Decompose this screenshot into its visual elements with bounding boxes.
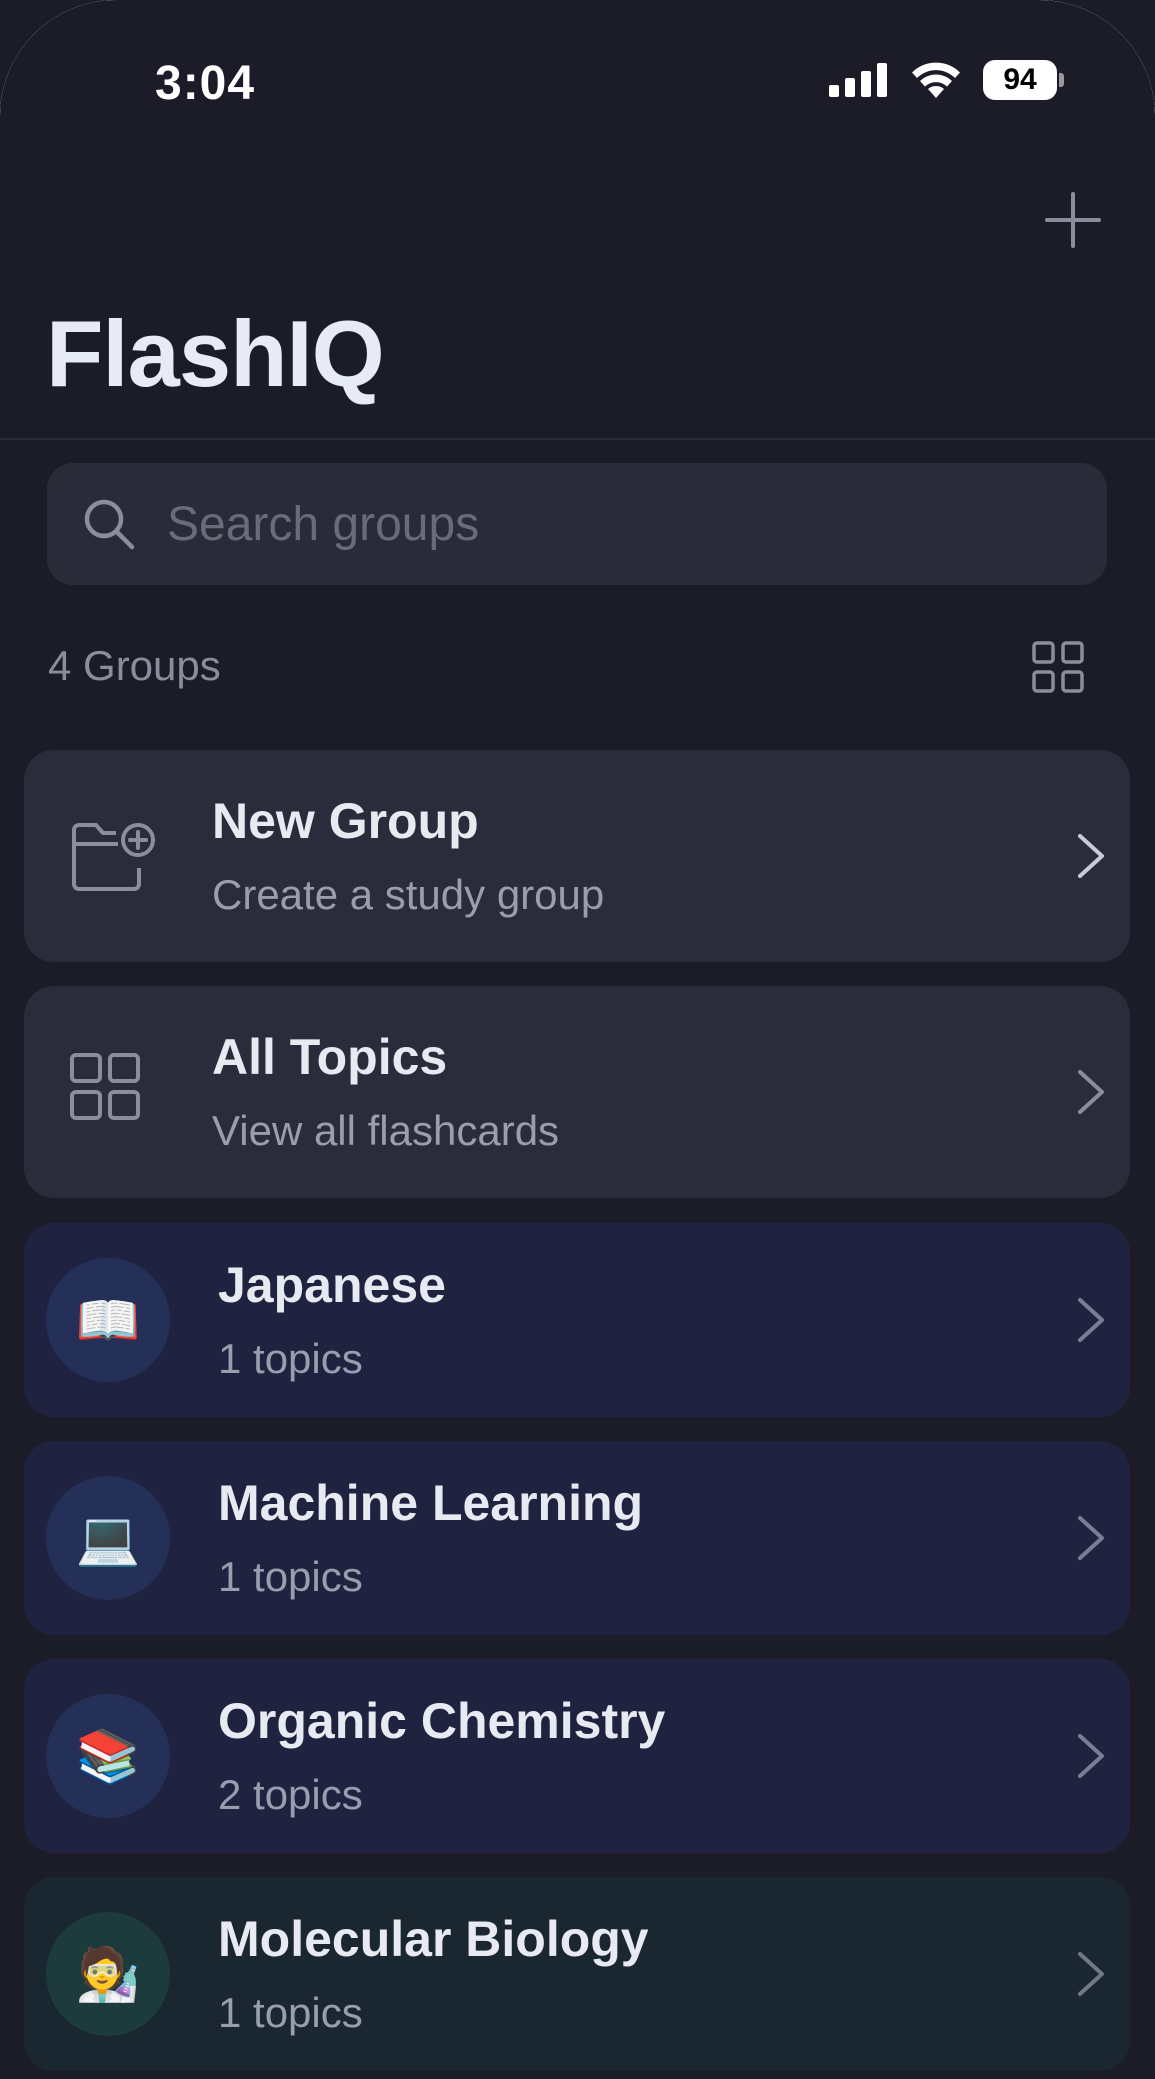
header-divider xyxy=(0,438,1155,440)
card-subtitle: Create a study group xyxy=(212,871,605,918)
group-title: Organic Chemistry xyxy=(218,1693,666,1749)
plus-icon[interactable] xyxy=(1043,190,1103,250)
chevron-right-icon xyxy=(1078,1516,1104,1560)
books-icon: 📚 xyxy=(46,1694,170,1818)
new-group-text: New Group Create a study group xyxy=(212,796,604,916)
app-screen: 3:04 94 FlashIQ Search groups 4 Groups N… xyxy=(0,0,1155,2079)
chevron-right-icon xyxy=(1078,1298,1104,1342)
battery-level: 94 xyxy=(1003,63,1037,96)
chevron-right-icon xyxy=(1078,1734,1104,1778)
cellular-signal-icon xyxy=(829,63,887,97)
group-topic-count: 1 topics xyxy=(218,1553,363,1600)
group-text: Molecular Biology 1 topics xyxy=(218,1914,649,2034)
status-bar: 3:04 94 xyxy=(0,0,1155,170)
card-subtitle: View all flashcards xyxy=(212,1107,560,1154)
battery-icon: 94 xyxy=(983,60,1064,100)
group-card-organic-chemistry[interactable]: 📚 Organic Chemistry 2 topics xyxy=(24,1659,1130,1853)
group-topic-count: 1 topics xyxy=(218,1989,363,2036)
card-title: New Group xyxy=(212,793,479,849)
group-text: Japanese 1 topics xyxy=(218,1260,446,1380)
group-title: Molecular Biology xyxy=(218,1911,649,1967)
chevron-right-icon xyxy=(1078,1952,1104,1996)
page-title: FlashIQ xyxy=(46,301,385,406)
search-input[interactable] xyxy=(167,496,1067,552)
group-topic-count: 2 topics xyxy=(218,1771,363,1818)
group-card-molecular-biology[interactable]: 🧑‍🔬 Molecular Biology 1 topics xyxy=(24,1877,1130,2071)
phone-frame: 3:04 94 FlashIQ Search groups 4 Groups N… xyxy=(0,0,1155,2079)
group-title: Japanese xyxy=(218,1257,446,1313)
scientist-icon: 🧑‍🔬 xyxy=(46,1912,170,2036)
chevron-right-icon xyxy=(1078,1070,1104,1114)
status-time: 3:04 xyxy=(155,57,256,110)
grid-view-icon[interactable] xyxy=(1031,640,1085,694)
all-topics-card[interactable]: All Topics View all flashcards xyxy=(24,986,1130,1198)
chevron-right-icon xyxy=(1078,834,1104,878)
folder-add-icon xyxy=(72,823,155,891)
group-card-machine-learning[interactable]: 💻 Machine Learning 1 topics xyxy=(24,1441,1130,1635)
status-icons: 94 xyxy=(829,60,1064,100)
group-text: Organic Chemistry 2 topics xyxy=(218,1696,665,1816)
all-topics-text: All Topics View all flashcards xyxy=(212,1032,559,1152)
card-title: All Topics xyxy=(212,1029,448,1085)
group-title: Machine Learning xyxy=(218,1475,644,1531)
group-card-japanese[interactable]: 📖 Japanese 1 topics xyxy=(24,1223,1130,1417)
groups-count: 4 Groups xyxy=(48,642,221,689)
open-book-icon: 📖 xyxy=(46,1258,170,1382)
laptop-icon: 💻 xyxy=(46,1476,170,1600)
search-icon xyxy=(84,499,135,550)
new-group-card[interactable]: New Group Create a study group xyxy=(24,750,1130,962)
wifi-icon xyxy=(912,62,960,98)
grid-icon xyxy=(70,1053,140,1120)
group-text: Machine Learning 1 topics xyxy=(218,1478,643,1598)
search-bar[interactable] xyxy=(47,463,1107,585)
group-topic-count: 1 topics xyxy=(218,1335,363,1382)
